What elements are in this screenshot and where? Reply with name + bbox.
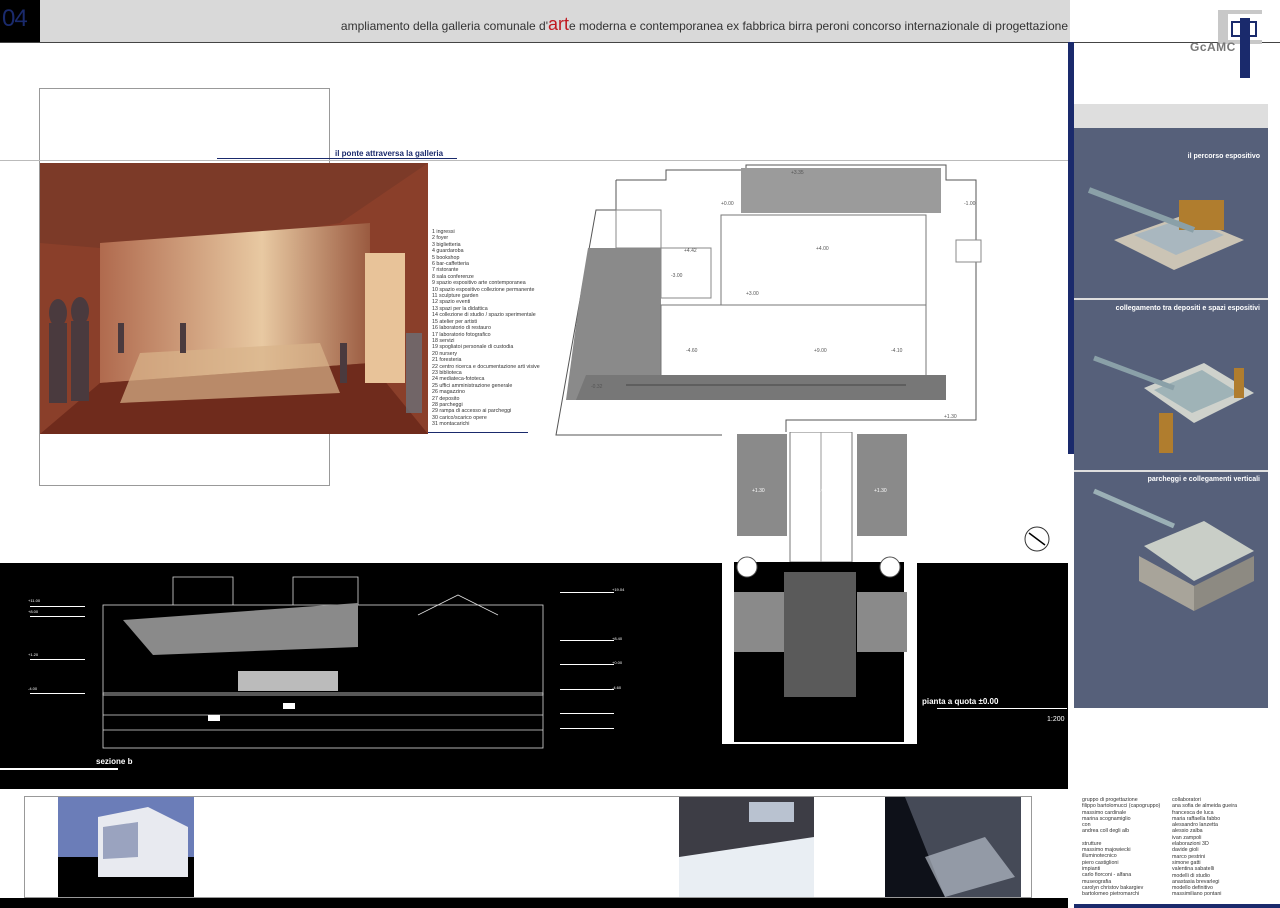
section-level: -4.00 (28, 686, 38, 691)
section-level: +8.00 (28, 609, 39, 614)
section-level: +11.00 (28, 598, 41, 603)
axo-panel-1-title: il percorso espositivo (1187, 153, 1260, 160)
logo-text: GcAMC (1190, 40, 1236, 54)
level-line (30, 693, 85, 694)
level-label: -3.00 (671, 273, 683, 279)
section-label-rule (0, 768, 118, 770)
bridge-caption: il ponte attraversa la galleria (335, 149, 444, 158)
section-level: -4.60 (612, 685, 622, 690)
page-title: ampliamento della galleria comunale d'ar… (341, 14, 1068, 35)
level-line (560, 728, 614, 729)
plan-scale: 1:200 (1047, 716, 1065, 723)
level-label: +1.30 (752, 488, 765, 494)
section-label: sezione b (96, 757, 133, 766)
credit-line: ana sofia de almeida gueira (1172, 803, 1238, 810)
credits-column-1: gruppo di progettazione filippo bartolom… (1082, 797, 1160, 897)
axo-panel-2-title: collegamento tra depositi e spazi esposi… (1115, 305, 1260, 312)
header-rule (0, 42, 1280, 43)
section-level: +8.40 (612, 636, 623, 641)
axo-panel-3: parcheggi e collegamenti verticali (1074, 472, 1268, 708)
level-label: -4.60 (686, 348, 698, 354)
level-label: +0.00 (721, 201, 734, 207)
axo-drawing-2 (1093, 355, 1254, 453)
axo-panel-2: collegamento tra depositi e spazi esposi… (1074, 300, 1268, 470)
level-line (30, 659, 85, 660)
level-line (30, 606, 85, 607)
level-label: -1.00 (964, 201, 976, 207)
title-part-1: ampliamento della galleria comunale d' (340, 19, 548, 33)
level-label: +1.30 (874, 488, 887, 494)
level-line (560, 640, 614, 641)
level-label: +3.00 (746, 291, 759, 297)
level-label: +3.35 (791, 170, 804, 176)
axo-drawing-1 (1087, 187, 1244, 270)
plan-title-rule (937, 708, 1067, 709)
interior-render (40, 163, 428, 434)
axo-drawing-3 (1092, 488, 1254, 611)
legend-item: 14 collezione di studio / spazio sperime… (432, 312, 536, 319)
exterior-render-2 (679, 797, 814, 897)
level-label: -4.10 (891, 348, 903, 354)
level-label: +0.00 (814, 488, 827, 494)
credit-line: filippo bartolomucci (capogruppo) (1082, 803, 1161, 810)
axo-panel-1: il percorso espositivo (1074, 128, 1268, 298)
section-drawing (98, 575, 553, 752)
section-level: +0.00 (612, 660, 623, 665)
credit-line: bartolomeo pietromarchi (1082, 891, 1140, 898)
level-line (560, 592, 614, 593)
level-label: +4.00 (816, 246, 829, 252)
level-line (560, 664, 614, 665)
level-label: -0.32 (591, 384, 603, 390)
footer-accent (1074, 904, 1280, 908)
level-line (560, 689, 614, 690)
level-line (30, 616, 85, 617)
room-legend: 1 ingressi 2 foyer 3 biglietteria 4 guar… (432, 229, 540, 428)
caption-rule (217, 158, 457, 159)
level-label: +4.42 (684, 248, 697, 254)
legend-item: 31 montacarichi (432, 421, 470, 428)
exterior-render-1 (58, 797, 194, 897)
section-level: +19.04 (612, 587, 625, 592)
level-line (560, 713, 614, 714)
legend-item: 9 spazio espositivo arte contemporanea (432, 280, 526, 287)
level-label: +9.00 (814, 348, 827, 354)
legend-rule (428, 432, 528, 433)
sheet-number: 04 (0, 0, 40, 42)
credits-column-2: collaboratori ana sofia de almeida gueir… (1172, 797, 1237, 898)
floor-plan-lower: +1.30 +0.00 +1.30 (722, 432, 917, 744)
bottom-bar (0, 898, 1068, 908)
section-level: +1.20 (28, 652, 39, 657)
floor-plan-upper: +3.35 +0.00 -1.00 +4.42 -3.00 +3.00 +4.0… (555, 164, 982, 436)
title-art: art (548, 14, 570, 34)
legend-item: 22 centro ricerca e documentazione arti … (432, 363, 540, 370)
plan-title: pianta a quota ±0.00 (922, 697, 999, 706)
title-part-2: e moderna e contemporanea ex fabbrica bi… (569, 19, 1068, 33)
axo-panel-3-title: parcheggi e collegamenti verticali (1147, 476, 1260, 483)
interior-render-2 (885, 797, 1021, 897)
credit-line: massimiliano pontani (1172, 891, 1222, 898)
level-label: +1.30 (944, 414, 957, 420)
north-arrow-icon (1024, 526, 1050, 552)
